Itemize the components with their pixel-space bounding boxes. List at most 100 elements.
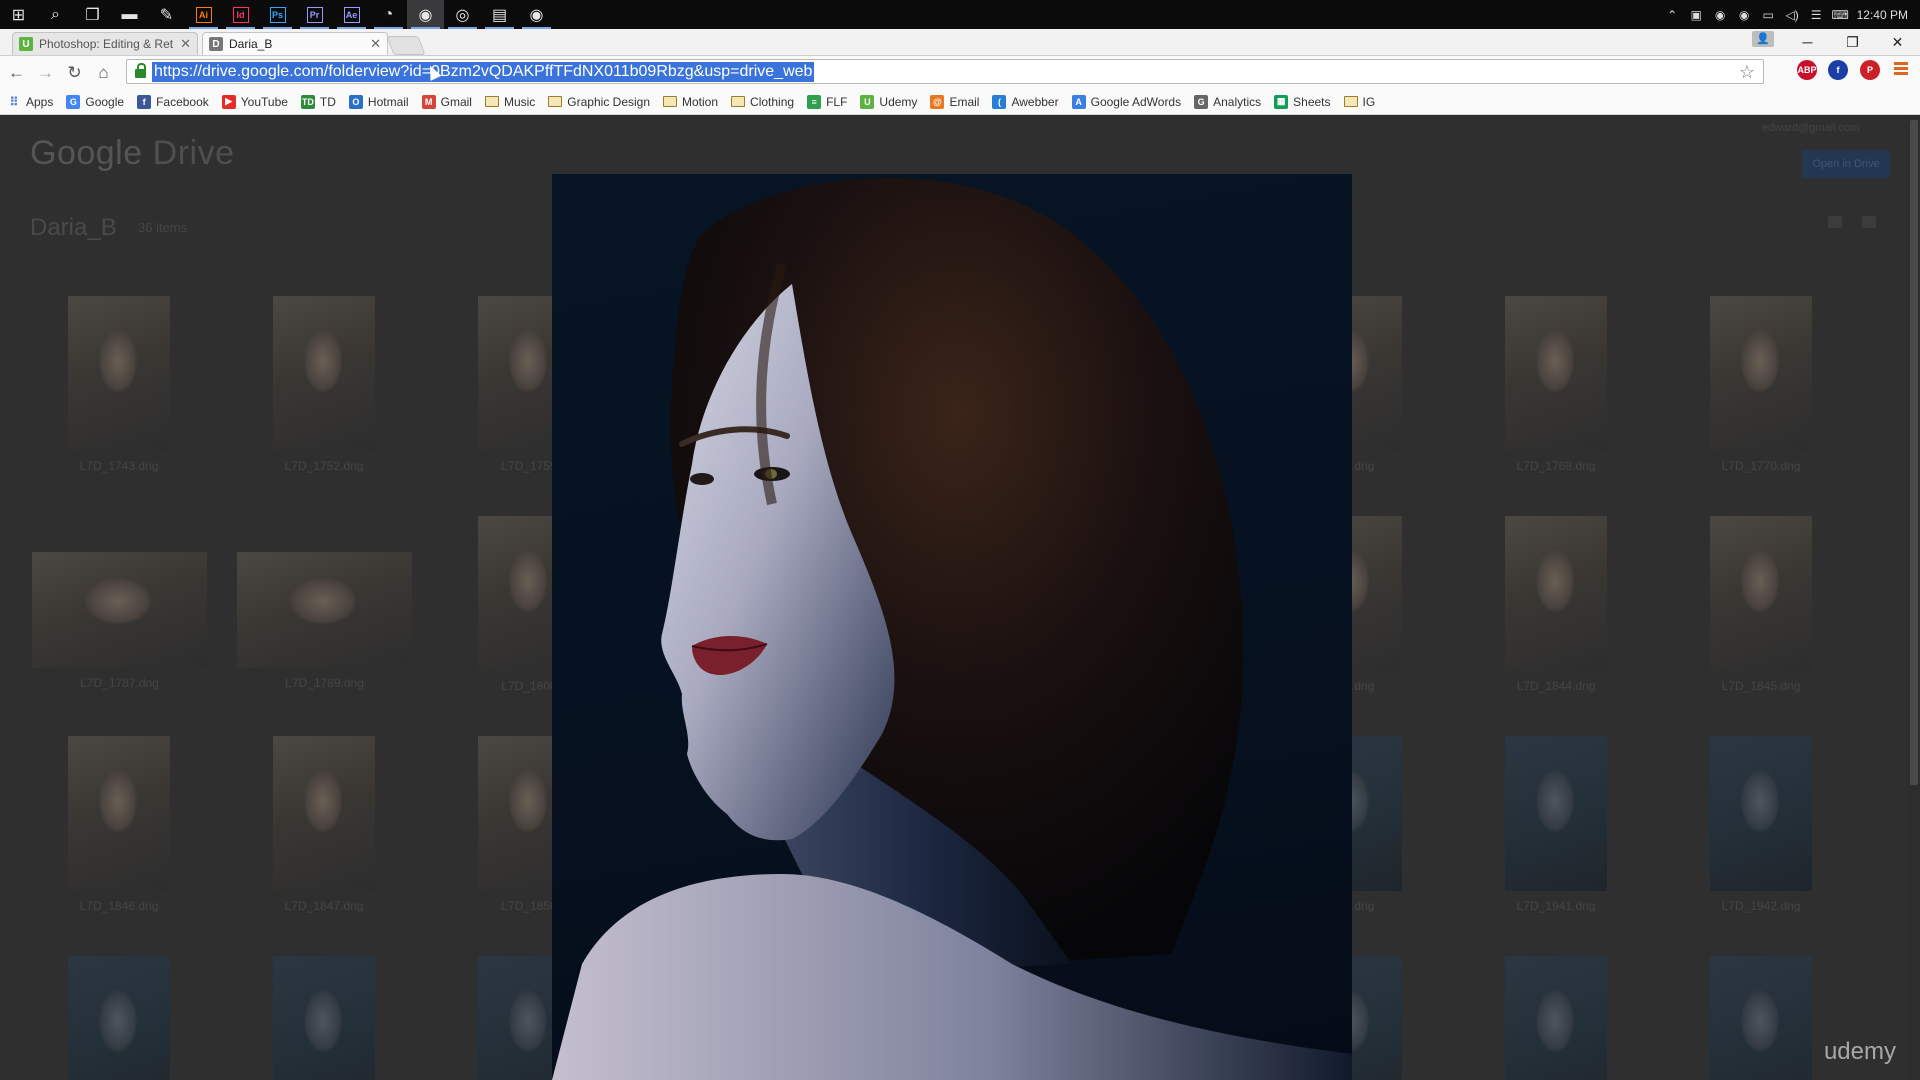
youtube-icon: ▶	[221, 94, 236, 109]
thumbnail-image	[1505, 736, 1607, 891]
aweber-icon: (	[992, 94, 1007, 109]
thumbnail-image	[1710, 516, 1812, 671]
thumbnail-caption: L7D_1768.dng	[1516, 459, 1596, 473]
google-drive-logo[interactable]: Google Drive	[30, 134, 234, 173]
thumbnail-image	[1710, 956, 1812, 1080]
folder-icon	[548, 96, 563, 107]
thumbnail-caption: L7D_1789.dng	[285, 676, 364, 690]
network-icon[interactable]: ▭	[1761, 8, 1776, 22]
chevron-up-icon[interactable]: ⌃	[1665, 8, 1680, 22]
back-arrow-icon[interactable]: ←	[2, 63, 31, 83]
windows-start-icon[interactable]: ⊞	[0, 0, 37, 29]
account-email[interactable]: edward@gmail.com	[1762, 122, 1859, 134]
close-window-icon[interactable]: ✕	[1875, 34, 1920, 51]
pinterest-icon[interactable]: P	[1860, 60, 1880, 80]
bookmark-facebook[interactable]: f Facebook	[137, 94, 209, 109]
url-text[interactable]: https://drive.google.com/folderview?id=0…	[152, 61, 815, 82]
bookmark-hotmail[interactable]: O Hotmail	[348, 94, 409, 109]
keyboard-icon[interactable]: ⌨	[1831, 8, 1848, 22]
bookmark-label: Email	[949, 94, 980, 109]
thumbnail-caption: L7D_1845.dng	[1721, 679, 1801, 693]
taskbar-apps: ⊞ ⌕ ❐ ▬ ✎ Ai Id Ps Pr Ae ◔ ◉ ◎ ▤ ◉	[0, 0, 555, 29]
profile-icon[interactable]: 👤	[1752, 31, 1774, 47]
bookmark-flf[interactable]: ≡ FLF	[807, 94, 848, 109]
tray-camera-icon[interactable]: ◉	[1737, 8, 1752, 22]
bookmark-gmail[interactable]: M Gmail	[421, 94, 472, 109]
list-view-icon[interactable]	[1828, 216, 1842, 228]
email-link-icon: @	[930, 94, 945, 109]
outlook-icon: O	[348, 94, 363, 109]
app-dial-icon[interactable]: ◎	[444, 0, 481, 29]
photoshop-icon[interactable]: Ps	[259, 0, 296, 29]
indesign-icon[interactable]: Id	[222, 0, 259, 29]
bookmark-email[interactable]: @ Email	[930, 94, 980, 109]
browser-toolbar: ← → ↻ ⌂ https://drive.google.com/folderv…	[0, 56, 1920, 89]
tray-app-icon[interactable]: ▣	[1689, 8, 1704, 22]
page-scrollbar-thumb[interactable]	[1910, 120, 1918, 785]
adblock-plus-icon[interactable]: ABP	[1797, 60, 1817, 80]
clock[interactable]: 12:40 PM	[1857, 8, 1908, 22]
bookmark-label: TD	[319, 94, 336, 109]
grid-view-icon[interactable]	[1862, 216, 1876, 228]
udemy-icon: U	[860, 94, 875, 109]
bookmark-graphic-design[interactable]: Graphic Design	[548, 95, 650, 109]
after-effects-icon[interactable]: Ae	[333, 0, 370, 29]
gmail-icon: M	[421, 94, 436, 109]
thumbnail-image	[1505, 516, 1607, 671]
restore-icon[interactable]: ❐	[1830, 34, 1875, 51]
bookmark-clothing[interactable]: Clothing	[731, 95, 794, 109]
facebook-extension-icon[interactable]: f	[1828, 60, 1848, 80]
file-explorer-icon[interactable]: ▬	[111, 0, 148, 29]
chrome-menu-icon[interactable]	[1894, 62, 1908, 77]
pen-app-icon[interactable]: ✎	[148, 0, 185, 29]
bookmark-label: Gmail	[440, 94, 472, 109]
app-camera-icon[interactable]: ◉	[518, 0, 555, 29]
adwords-icon: A	[1071, 94, 1086, 109]
thumbnail-image	[68, 736, 170, 891]
bookmark-analytics[interactable]: G Analytics	[1194, 94, 1261, 109]
bookmark-label: FLF	[826, 94, 848, 109]
reload-icon[interactable]: ↻	[60, 63, 89, 83]
bookmarks-bar: ⠿ Apps G Google f Facebook ▶ YouTube TD TD O Hotmai…	[0, 89, 1920, 115]
premiere-icon[interactable]: Pr	[296, 0, 333, 29]
tab-udemy-course[interactable]: U Photoshop: Editing & Ret ✕	[12, 32, 198, 55]
thumbnail-caption: L7D_1743.dng	[79, 459, 159, 473]
app-label: Ai	[195, 6, 212, 23]
bookmark-label: Udemy	[879, 94, 918, 109]
bookmark-google-adwords[interactable]: A Google AdWords	[1071, 94, 1181, 109]
bookmark-udemy[interactable]: U Udemy	[860, 94, 918, 109]
bookmark-google[interactable]: G Google	[66, 94, 124, 109]
thumbnail-caption: L7D_1844.dng	[1516, 679, 1596, 693]
close-icon[interactable]: ✕	[180, 36, 191, 52]
window-controls: ─ ❐ ✕	[1785, 29, 1920, 55]
bookmark-youtube[interactable]: ▶ YouTube	[221, 94, 288, 109]
close-icon[interactable]: ✕	[370, 36, 381, 52]
illustrator-icon[interactable]: Ai	[185, 0, 222, 29]
photo-preview[interactable]	[552, 174, 1352, 1080]
thumbnail-image	[1710, 296, 1812, 451]
home-icon[interactable]: ⌂	[89, 63, 118, 83]
tab-daria-b[interactable]: D Daria_B ✕	[202, 32, 388, 55]
open-in-drive-button[interactable]: Open in Drive	[1802, 150, 1890, 178]
bookmark-ig[interactable]: IG	[1343, 95, 1375, 109]
forward-arrow-icon[interactable]: →	[31, 63, 60, 83]
bookmark-motion[interactable]: Motion	[663, 95, 718, 109]
bookmark-apps[interactable]: ⠿ Apps	[7, 95, 54, 109]
new-tab-button[interactable]	[386, 36, 426, 55]
bookmark-star-icon[interactable]: ☆	[1739, 62, 1755, 83]
address-bar[interactable]: https://drive.google.com/folderview?id=0…	[126, 59, 1764, 84]
app-circle-icon[interactable]: ◔	[370, 0, 407, 29]
bookmark-music[interactable]: Music	[484, 95, 535, 109]
bookmark-awebber[interactable]: (Awebber	[992, 94, 1059, 109]
chrome-icon[interactable]: ◉	[407, 0, 444, 29]
search-icon[interactable]: ⌕	[37, 0, 74, 29]
thumbnail-caption: L7D_1847.dng	[284, 899, 364, 913]
bookmark-td[interactable]: TD TD	[300, 94, 336, 109]
notifications-icon[interactable]: ☰	[1809, 8, 1824, 22]
tray-dial-icon[interactable]: ◉	[1713, 8, 1728, 22]
notes-app-icon[interactable]: ▤	[481, 0, 518, 29]
volume-icon[interactable]: ◁)	[1785, 8, 1800, 22]
task-view-icon[interactable]: ❐	[74, 0, 111, 29]
bookmark-sheets[interactable]: ▦ Sheets	[1274, 94, 1331, 109]
minimize-icon[interactable]: ─	[1785, 34, 1830, 50]
